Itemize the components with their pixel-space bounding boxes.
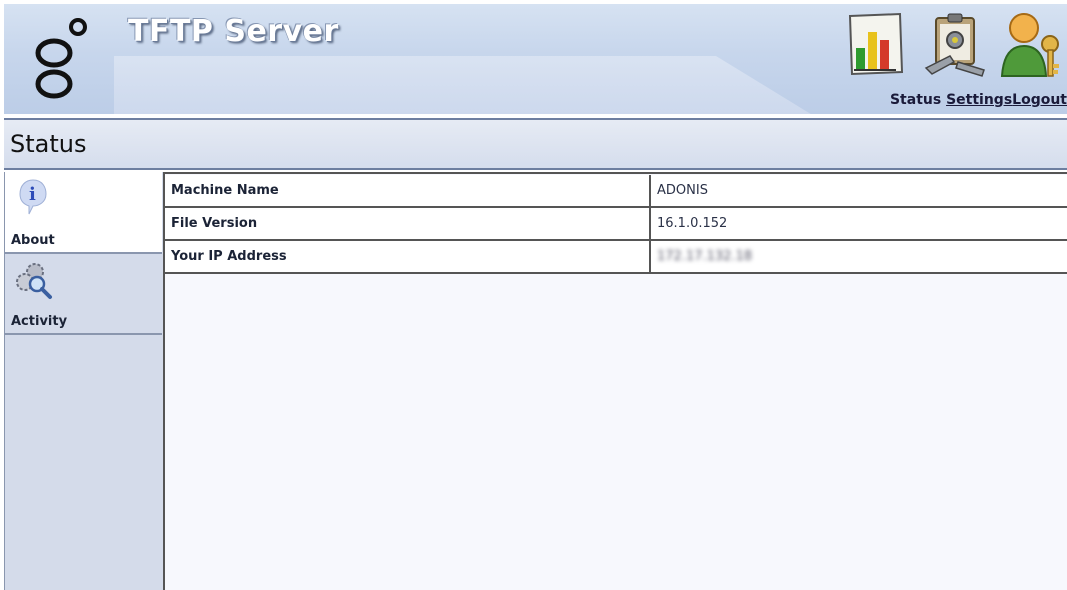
gears-magnifier-icon [16,263,52,299]
info-icon: i [19,179,47,215]
ip-address-cell: 172.17.132.18 [650,240,1067,274]
settings-clipboard-icon[interactable] [922,10,990,80]
file-version-label: File Version [165,207,651,241]
app-title: TFTP Server [128,14,339,49]
table-row: Machine Name ADONIS [165,175,1067,208]
sidebar-item-label: About [11,233,55,248]
ip-address-value: 172.17.132.18 [657,249,753,264]
page-title-bar: Status [4,118,1067,170]
status-table: Machine Name ADONIS File Version 16.1.0.… [165,175,1067,274]
sidebar-item-label: Activity [11,314,68,329]
brand-logo [35,18,87,99]
machine-name-value: ADONIS [650,175,1067,208]
ip-address-label: Your IP Address [165,240,651,274]
file-version-value: 16.1.0.152 [650,207,1067,241]
sidebar-item-activity[interactable]: Activity [5,254,162,335]
app-header: TFTP Server Status SettingsLogout [4,4,1067,114]
chart-icon[interactable] [846,12,906,78]
table-row: File Version 16.1.0.152 [165,207,1067,241]
user-key-icon[interactable] [1000,10,1066,82]
sidebar-item-about[interactable]: i About [5,172,162,254]
page-title: Status [10,130,87,158]
header-decoration [114,56,814,114]
nav-status-link[interactable]: Status [890,92,941,108]
sidebar: i About Activity [4,172,163,590]
nav-logout-link[interactable]: Logout [1012,92,1067,108]
table-row: Your IP Address 172.17.132.18 [165,240,1067,274]
svg-text:i: i [29,184,36,205]
header-nav: Status SettingsLogout [890,92,1067,108]
nav-settings-link[interactable]: Settings [946,92,1012,108]
machine-name-label: Machine Name [165,175,651,208]
main-panel: Machine Name ADONIS File Version 16.1.0.… [163,172,1067,590]
